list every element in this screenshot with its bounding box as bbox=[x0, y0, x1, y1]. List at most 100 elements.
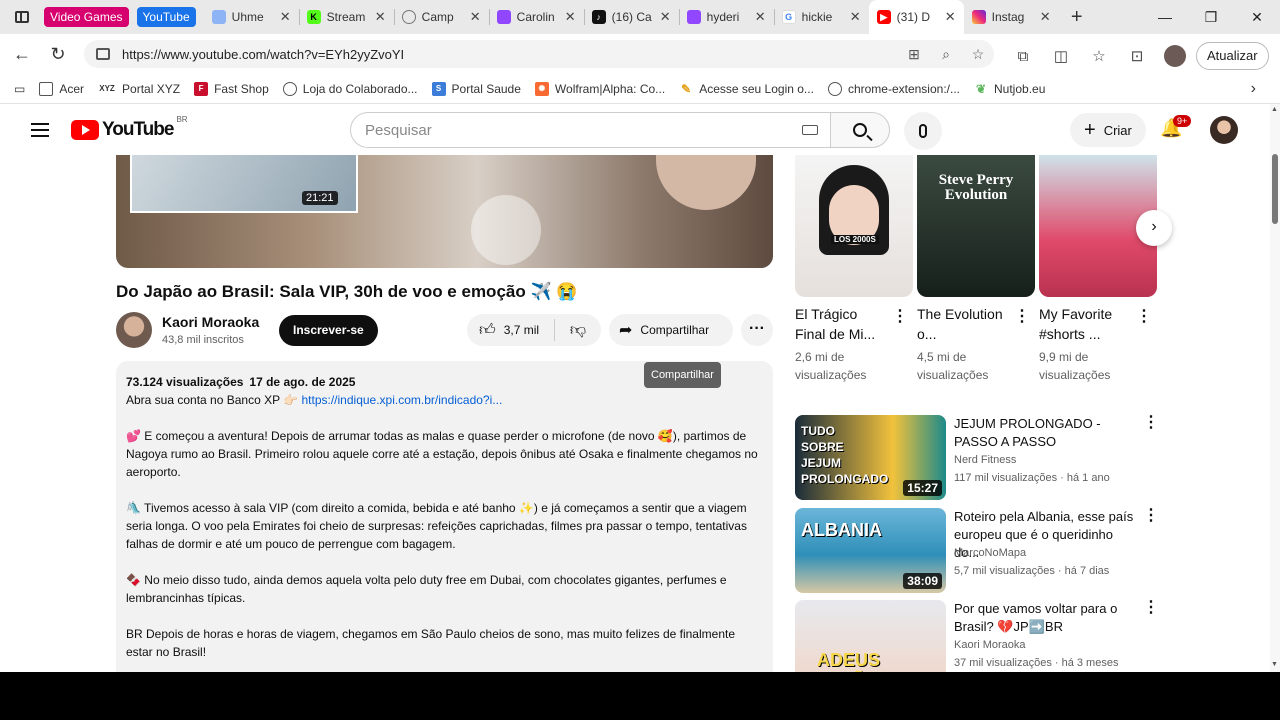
chevron-right-icon[interactable]: › bbox=[1251, 80, 1256, 98]
more-menu-icon[interactable]: ··· bbox=[1269, 48, 1280, 65]
profile-avatar[interactable] bbox=[1164, 45, 1186, 67]
close-icon[interactable]: ✕ bbox=[565, 9, 576, 25]
tab-tiktok[interactable]: ♪ (16) Ca ✕ bbox=[583, 0, 679, 34]
split-screen-icon[interactable]: ◫ bbox=[1042, 47, 1080, 65]
close-icon[interactable]: ✕ bbox=[660, 9, 671, 25]
channel-name[interactable]: Nerd Fitness bbox=[954, 454, 1016, 466]
tab-stream[interactable]: K Stream ✕ bbox=[298, 0, 394, 34]
description-box[interactable]: 73.124 visualizações 17 de ago. de 2025 A… bbox=[116, 361, 773, 672]
recommended-video[interactable]: TUDO SOBRE JEJUM PROLONGADO 15:27 JEJUM … bbox=[795, 415, 1159, 500]
bookmark-chrome-extension[interactable]: chrome-extension:/... bbox=[827, 81, 960, 96]
video-facecam bbox=[656, 155, 756, 210]
close-icon[interactable]: ✕ bbox=[945, 9, 956, 25]
close-icon[interactable]: ✕ bbox=[850, 9, 861, 25]
tab-youtube-active[interactable]: ▶ (31) D ✕ bbox=[868, 0, 964, 34]
short-thumbnail[interactable]: Steve Perry Evolution bbox=[917, 155, 1035, 297]
close-icon[interactable]: ✕ bbox=[755, 9, 766, 25]
like-button[interactable]: 👍︎ 3,7 mil bbox=[467, 319, 555, 341]
recommended-video[interactable]: ADEUS JAPÃO Por que vamos voltar para o … bbox=[795, 600, 1159, 672]
voice-search-button[interactable] bbox=[904, 112, 942, 150]
tab-group-youtube[interactable]: YouTube bbox=[136, 7, 196, 27]
site-info-icon[interactable] bbox=[96, 48, 110, 60]
url-text[interactable]: https://www.youtube.com/watch?v=EYh2yyZv… bbox=[122, 47, 898, 62]
update-button[interactable]: Atualizar bbox=[1196, 42, 1269, 70]
keyboard-icon[interactable] bbox=[802, 125, 818, 135]
tab-uhme[interactable]: Uhme ✕ bbox=[204, 0, 299, 34]
account-avatar[interactable] bbox=[1210, 116, 1238, 144]
video-thumbnail[interactable]: ADEUS JAPÃO bbox=[795, 600, 946, 672]
minimize-icon[interactable]: — bbox=[1142, 0, 1188, 34]
zoom-icon[interactable]: ⌕ bbox=[930, 46, 962, 63]
video-thumbnail[interactable]: TUDO SOBRE JEJUM PROLONGADO 15:27 bbox=[795, 415, 946, 500]
youtube-logo[interactable]: YouTube BR bbox=[71, 115, 188, 141]
subscribe-button[interactable]: Inscrever-se bbox=[279, 315, 378, 346]
video-menu-icon[interactable]: ⋮ bbox=[1143, 600, 1159, 616]
description-line: Abra sua conta no Banco XP 👉🏻 https://in… bbox=[126, 393, 503, 407]
video-menu-icon[interactable]: ⋮ bbox=[1143, 508, 1159, 524]
video-title[interactable]: JEJUM PROLONGADO - PASSO A PASSO bbox=[954, 415, 1139, 451]
bookmark-nutjob[interactable]: ❦ Nutjob.eu bbox=[974, 82, 1045, 96]
channel-avatar[interactable] bbox=[116, 312, 152, 348]
url-bar[interactable]: https://www.youtube.com/watch?v=EYh2yyZv… bbox=[84, 40, 994, 68]
restore-icon[interactable]: ❐ bbox=[1188, 0, 1234, 34]
video-title[interactable]: Por que vamos voltar para o Brasil? 💔JP➡… bbox=[954, 600, 1139, 636]
tab-instagram[interactable]: Instag ✕ bbox=[964, 0, 1059, 34]
recommended-video[interactable]: ALBANIA 38:09 Roteiro pela Albania, esse… bbox=[795, 508, 1159, 593]
more-actions-button[interactable]: ··· bbox=[741, 314, 773, 346]
scroll-down-icon[interactable]: ▼ bbox=[1271, 661, 1278, 668]
short-title[interactable]: The Evolution o... bbox=[917, 304, 1007, 344]
bookmark-portal-xyz[interactable]: XYZ Portal XYZ bbox=[98, 82, 180, 96]
scrollbar-thumb[interactable] bbox=[1272, 154, 1278, 224]
scroll-up-icon[interactable]: ▲ bbox=[1271, 106, 1278, 113]
page-scrollbar[interactable]: ▲ ▼ bbox=[1270, 104, 1280, 672]
channel-name[interactable]: MarcoNoMapa bbox=[954, 547, 1026, 559]
create-button[interactable]: + Criar bbox=[1070, 113, 1146, 147]
new-tab-button[interactable]: + bbox=[1059, 6, 1095, 29]
favorite-star-icon[interactable]: ☆ bbox=[962, 46, 994, 63]
app-available-icon[interactable]: ⊞ bbox=[898, 46, 930, 63]
description-link[interactable]: https://indique.xpi.com.br/indicado?i... bbox=[302, 393, 503, 407]
short-menu-icon[interactable]: ⋮ bbox=[892, 309, 908, 325]
tab-hyderi[interactable]: hyderi ✕ bbox=[678, 0, 774, 34]
close-icon[interactable]: ✕ bbox=[1040, 9, 1051, 25]
bookmark-fast-shop[interactable]: F Fast Shop bbox=[194, 81, 269, 96]
bookmarks-toggle-icon[interactable]: ▭ bbox=[14, 82, 25, 96]
favorites-icon[interactable]: ☆ bbox=[1080, 47, 1118, 65]
short-title[interactable]: My Favorite #shorts ... bbox=[1039, 304, 1129, 344]
bookmark-loja[interactable]: Loja do Colaborado... bbox=[282, 81, 418, 96]
video-thumbnail[interactable]: ALBANIA 38:09 bbox=[795, 508, 946, 593]
tab-group-video-games[interactable]: Video Games bbox=[44, 7, 129, 27]
channel-name[interactable]: Kaori Moraoka bbox=[954, 639, 1026, 651]
guide-menu-icon[interactable] bbox=[31, 123, 49, 137]
tab-hickie[interactable]: Ghickie ✕ bbox=[773, 0, 869, 34]
extensions-icon[interactable]: ⧉ bbox=[1004, 48, 1042, 65]
back-arrow-icon[interactable]: ← bbox=[4, 44, 40, 65]
search-button[interactable] bbox=[830, 112, 890, 148]
close-window-icon[interactable]: ✕ bbox=[1234, 0, 1280, 34]
tab-actions-menu-icon[interactable] bbox=[0, 0, 44, 34]
short-thumbnail[interactable]: LOS 2000S bbox=[795, 155, 913, 297]
short-title[interactable]: El Trágico Final de Mi... bbox=[795, 304, 885, 344]
tab-carolin[interactable]: Carolin ✕ bbox=[488, 0, 584, 34]
bookmark-portal-saude[interactable]: S Portal Saude bbox=[431, 81, 521, 96]
bookmark-wolfram[interactable]: ✺ Wolfram|Alpha: Co... bbox=[534, 81, 665, 96]
bookmark-acer[interactable]: Acer bbox=[39, 81, 84, 96]
video-player[interactable]: 21:21 bbox=[116, 155, 773, 268]
channel-name[interactable]: Kaori Moraoka bbox=[162, 314, 259, 330]
tab-camp[interactable]: Camp ✕ bbox=[393, 0, 489, 34]
window-controls: — ❐ ✕ bbox=[1142, 0, 1280, 34]
close-icon[interactable]: ✕ bbox=[470, 9, 481, 25]
short-menu-icon[interactable]: ⋮ bbox=[1136, 309, 1152, 325]
collections-icon[interactable]: ⊡ bbox=[1118, 47, 1156, 65]
shelf-next-button[interactable]: › bbox=[1136, 210, 1172, 246]
reload-icon[interactable]: ↻ bbox=[40, 44, 76, 65]
upload-date: 17 de ago. de 2025 bbox=[249, 375, 356, 389]
close-icon[interactable]: ✕ bbox=[375, 9, 386, 25]
short-menu-icon[interactable]: ⋮ bbox=[1014, 309, 1030, 325]
bookmark-acesse[interactable]: ✎ Acesse seu Login o... bbox=[679, 82, 814, 96]
dislike-button[interactable]: 👎︎ bbox=[555, 321, 601, 340]
search-input[interactable]: Pesquisar bbox=[350, 112, 830, 148]
share-button[interactable]: ➦ Compartilhar bbox=[609, 314, 733, 346]
video-menu-icon[interactable]: ⋮ bbox=[1143, 415, 1159, 431]
close-icon[interactable]: ✕ bbox=[280, 9, 291, 25]
